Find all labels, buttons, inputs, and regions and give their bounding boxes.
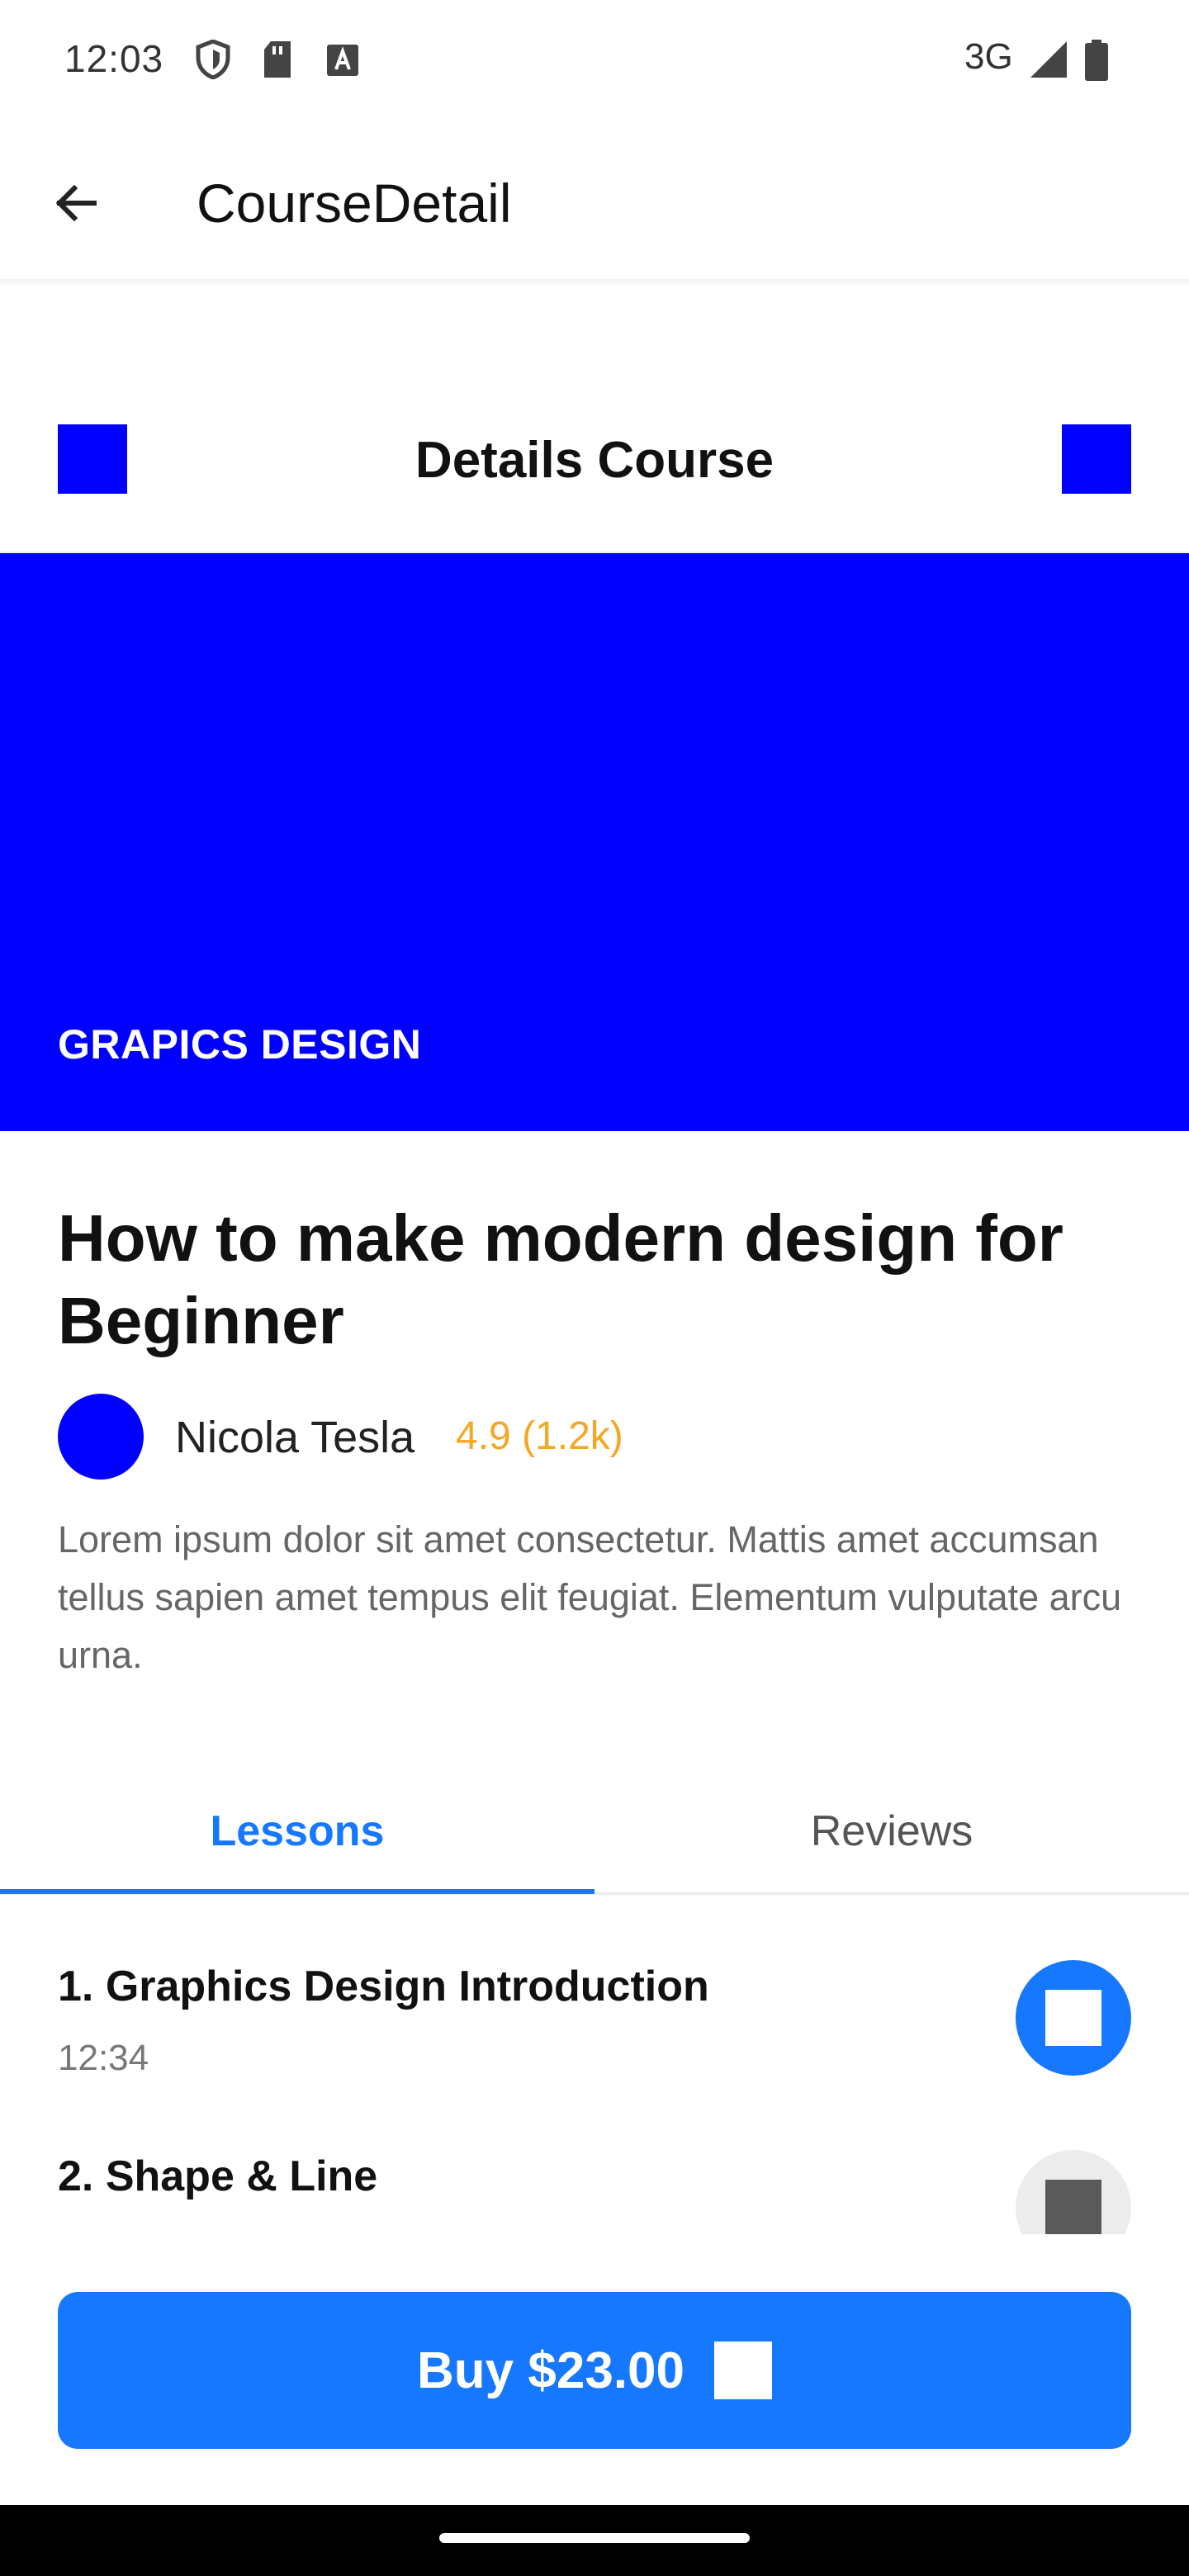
course-rating: 4.9 (1.2k) [456, 1414, 623, 1458]
arrow-back-icon [55, 184, 97, 222]
lock-icon [1045, 2180, 1101, 2234]
lesson-list: 1. Graphics Design Introduction 12:34 2.… [0, 1896, 1189, 2234]
sd-card-icon [261, 40, 294, 79]
course-category: GRAPICS DESIGN [58, 1021, 422, 1068]
course-banner: GRAPICS DESIGN [0, 553, 1189, 1131]
tab-indicator [0, 1889, 594, 1894]
lesson-lock-button[interactable] [1016, 2150, 1131, 2234]
font-a-icon [325, 43, 360, 78]
lesson-title: 1. Graphics Design Introduction [58, 1963, 709, 2010]
status-time: 12:03 [64, 37, 164, 80]
system-nav-bar [0, 2505, 1189, 2576]
app-title: CourseDetail [197, 173, 512, 234]
app-bar: CourseDetail [0, 119, 1189, 284]
details-title: Details Course [414, 432, 775, 489]
lesson-duration: 12:34 [58, 2038, 149, 2078]
shield-icon [195, 39, 231, 80]
list-item[interactable]: 1. Graphics Design Introduction 12:34 [0, 1960, 1189, 2143]
list-item[interactable]: 2. Shape & Line [0, 2150, 1189, 2234]
network-type: 3G [964, 36, 1013, 77]
play-icon [1045, 1990, 1101, 2046]
header-right-icon[interactable] [1062, 424, 1131, 494]
tab-reviews[interactable]: Reviews [594, 1767, 1189, 1896]
details-header: Details Course [0, 413, 1189, 512]
buy-button-label: Buy $23.00 [417, 2342, 685, 2399]
signal-icon [1029, 40, 1068, 79]
buy-button[interactable]: Buy $23.00 [58, 2292, 1131, 2449]
lesson-play-button[interactable] [1016, 1960, 1131, 2076]
battery-icon [1085, 40, 1108, 81]
lesson-title: 2. Shape & Line [58, 2152, 378, 2200]
cart-icon [714, 2342, 772, 2399]
course-tabs: Lessons Reviews [0, 1767, 1189, 1896]
course-title: How to make modern design for Beginner [58, 1201, 1063, 1357]
back-button[interactable] [41, 168, 111, 238]
status-bar: 12:03 3G [0, 0, 1189, 119]
author-name[interactable]: Nicola Tesla [175, 1412, 414, 1463]
home-handle[interactable] [439, 2533, 750, 2543]
app-bar-shadow [0, 279, 1189, 286]
course-description: Lorem ipsum dolor sit amet consectetur. … [58, 1518, 1122, 1676]
avatar[interactable] [58, 1394, 144, 1480]
tab-lessons[interactable]: Lessons [0, 1767, 594, 1896]
author-row: Nicola Tesla 4.9 (1.2k) [58, 1394, 1131, 1480]
